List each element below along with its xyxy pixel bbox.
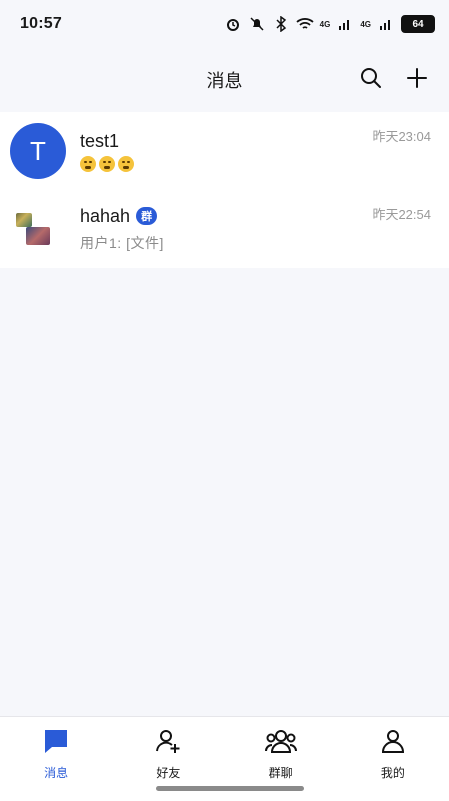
bluetooth-icon (272, 15, 290, 33)
group-badge: 群 (136, 207, 158, 225)
conversation-preview: 用户1: [文件] (80, 234, 164, 251)
tab-label: 消息 (44, 766, 69, 780)
wifi-icon (296, 15, 314, 33)
add-friend-icon (154, 727, 182, 760)
conversation-time: 昨天22:54 (372, 207, 431, 222)
message-icon (42, 727, 70, 760)
header-actions (357, 64, 431, 92)
status-time: 10:57 (20, 15, 62, 32)
alarm-icon (224, 15, 242, 33)
home-indicator (156, 786, 304, 791)
network-label-b: 4G (360, 19, 371, 29)
header: 消息 (0, 56, 449, 104)
battery-icon: 64 (401, 15, 435, 33)
conversation-time: 昨天23:04 (372, 129, 431, 144)
group-avatar-thumb (16, 213, 32, 227)
conversation-name-text: test1 (80, 130, 120, 151)
conversation-name-text: hahah (80, 205, 131, 226)
mute-icon (248, 15, 266, 33)
conversation-preview (80, 155, 449, 172)
group-avatar-thumb (26, 227, 50, 245)
plus-icon[interactable] (403, 64, 431, 92)
dizzy-face-emoji-icon (99, 155, 115, 172)
tab-label: 群聊 (268, 766, 293, 780)
tab-messages[interactable]: 消息 (0, 717, 112, 801)
page-title: 消息 (206, 71, 243, 91)
network-label-a: 4G (319, 19, 331, 29)
avatar: T (10, 123, 66, 179)
tab-profile[interactable]: 我的 (337, 717, 449, 801)
group-icon (264, 727, 297, 760)
status-icons: 4G 4G 64 (224, 15, 435, 33)
signal-icon (377, 15, 395, 33)
dizzy-face-emoji-icon (118, 155, 134, 172)
tab-label: 我的 (380, 766, 405, 780)
conversation-list: T test1 昨天23:04 hahah 群 用户1: [文件] 昨天22:5… (0, 112, 449, 268)
group-avatar (10, 201, 66, 257)
dizzy-face-emoji-icon (80, 155, 96, 172)
search-icon[interactable] (357, 64, 385, 92)
signal-icon (336, 15, 354, 33)
status-bar: 10:57 4G 4G 64 (0, 0, 449, 48)
profile-icon (379, 727, 407, 760)
conversation-item[interactable]: T test1 昨天23:04 (0, 112, 449, 190)
tab-label: 好友 (156, 766, 181, 780)
conversation-item[interactable]: hahah 群 用户1: [文件] 昨天22:54 (0, 190, 449, 268)
